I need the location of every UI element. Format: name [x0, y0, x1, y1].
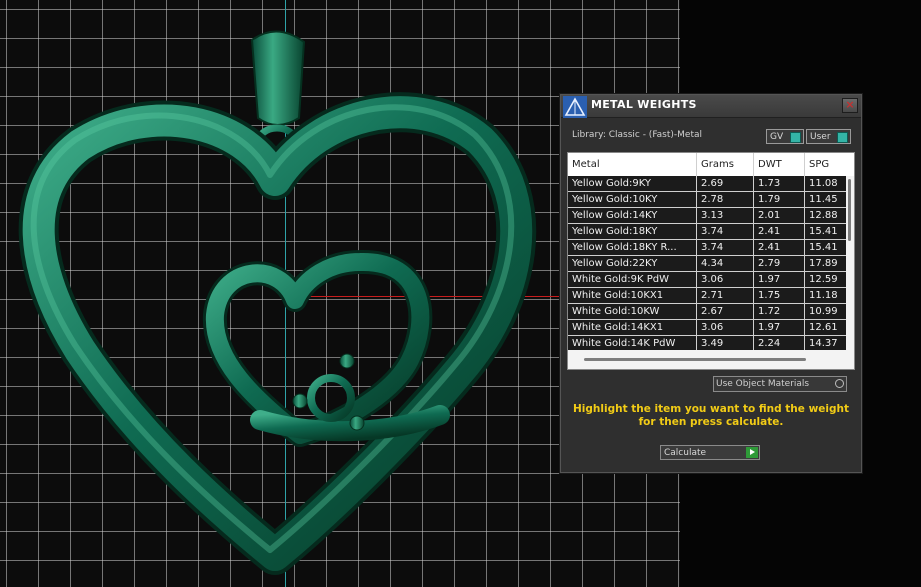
table-cell: 10.99: [809, 306, 838, 317]
table-cell: Yellow Gold:22KY: [568, 256, 697, 271]
table-cell: Yellow Gold:18KY: [568, 224, 697, 239]
table-row[interactable]: White Gold:9K PdW 3.06 1.97 12.59: [568, 272, 846, 288]
table-row[interactable]: Yellow Gold:14KY 3.13 2.01 12.88: [568, 208, 846, 224]
table-cell: 3.13: [697, 208, 754, 223]
table-row[interactable]: White Gold:14KX1 3.06 1.97 12.61: [568, 320, 846, 336]
toggle-knob-icon: [837, 132, 848, 143]
dialog-titlebar[interactable]: METAL WEIGHTS ×: [561, 95, 861, 118]
table-cell: 2.79: [754, 256, 805, 271]
pyramid-logo-icon: [563, 96, 587, 118]
table-cell: White Gold:14K PdW: [568, 336, 697, 350]
table-row[interactable]: Yellow Gold:10KY 2.78 1.79 11.45: [568, 192, 846, 208]
table-cell: 2.71: [697, 288, 754, 303]
table-cell: 11.18: [809, 290, 838, 301]
table-cell: White Gold:14KX1: [568, 320, 697, 335]
metal-weights-table[interactable]: Metal Grams DWT SPG Yellow Gold:9KY 2.69 1…: [567, 152, 855, 370]
gem-setting: [292, 353, 365, 431]
table-cell: 1.72: [754, 304, 805, 319]
table-cell: 2.69: [697, 176, 754, 191]
use-object-materials-label: Use Object Materials: [716, 379, 810, 389]
toggle-knob-icon: [790, 132, 801, 143]
table-cell: 3.06: [697, 272, 754, 287]
calculate-label: Calculate: [664, 448, 707, 458]
table-row[interactable]: Yellow Gold:22KY 4.34 2.79 17.89: [568, 256, 846, 272]
table-row[interactable]: White Gold:10KW 2.67 1.72 10.99: [568, 304, 846, 320]
table-cell: Yellow Gold:14KY: [568, 208, 697, 223]
table-cell: 3.74: [697, 240, 754, 255]
horizontal-scrollbar-thumb[interactable]: [584, 358, 806, 361]
close-button[interactable]: ×: [842, 98, 858, 113]
table-cell: 3.06: [697, 320, 754, 335]
play-arrow-icon: [746, 447, 758, 458]
table-cell: Yellow Gold:9KY: [568, 176, 697, 191]
column-header-dwt[interactable]: DWT: [754, 153, 805, 176]
close-icon: ×: [845, 98, 855, 111]
horizontal-scrollbar[interactable]: [568, 351, 854, 369]
column-header-spg[interactable]: SPG: [805, 153, 854, 176]
table-cell: 2.41: [754, 240, 805, 255]
table-cell: 2.78: [697, 192, 754, 207]
gv-toggle[interactable]: GV: [766, 129, 804, 144]
user-toggle-label: User: [810, 132, 831, 142]
table-cell: 15.41: [809, 226, 838, 237]
table-cell: 4.34: [697, 256, 754, 271]
table-cell: 15.41: [809, 242, 838, 253]
table-cell: White Gold:10KX1: [568, 288, 697, 303]
use-object-materials-option[interactable]: Use Object Materials: [713, 376, 847, 392]
instruction-text: Highlight the item you want to find the …: [573, 403, 849, 428]
radio-icon[interactable]: [835, 379, 844, 388]
table-cell: 2.41: [754, 224, 805, 239]
user-toggle[interactable]: User: [806, 129, 851, 144]
table-row[interactable]: Yellow Gold:9KY 2.69 1.73 11.08: [568, 176, 846, 192]
calculate-button[interactable]: Calculate: [660, 445, 760, 460]
table-cell: Yellow Gold:10KY: [568, 192, 697, 207]
table-cell: 11.08: [809, 178, 838, 189]
table-cell: 1.97: [754, 272, 805, 287]
column-header-metal[interactable]: Metal: [568, 153, 697, 176]
table-cell: 12.88: [809, 210, 838, 221]
dialog-title: METAL WEIGHTS: [591, 98, 697, 111]
table-cell: White Gold:10KW: [568, 304, 697, 319]
table-cell: 2.67: [697, 304, 754, 319]
table-cell: 2.01: [754, 208, 805, 223]
vertical-scrollbar-thumb[interactable]: [848, 179, 851, 241]
table-body: Yellow Gold:9KY 2.69 1.73 11.08 Yellow Gold:…: [568, 176, 846, 350]
column-header-grams[interactable]: Grams: [697, 153, 754, 176]
table-cell: 3.74: [697, 224, 754, 239]
table-cell: 1.73: [754, 176, 805, 191]
table-row[interactable]: Yellow Gold:18KY 3.74 2.41 15.41: [568, 224, 846, 240]
gv-toggle-label: GV: [770, 132, 784, 142]
table-cell: 1.97: [754, 320, 805, 335]
table-row[interactable]: White Gold:14K PdW 3.49 2.24 14.37: [568, 336, 846, 350]
table-cell: 1.79: [754, 192, 805, 207]
table-cell: 1.75: [754, 288, 805, 303]
table-cell: 11.45: [809, 194, 838, 205]
metal-weights-dialog[interactable]: METAL WEIGHTS × Library: Classic - (Fast…: [560, 94, 862, 473]
table-row[interactable]: White Gold:10KX1 2.71 1.75 11.18: [568, 288, 846, 304]
table-cell: 12.59: [809, 274, 838, 285]
table-header: Metal Grams DWT SPG: [568, 153, 854, 176]
library-label: Library: Classic - (Fast)-Metal: [572, 130, 703, 140]
table-cell: White Gold:9K PdW: [568, 272, 697, 287]
table-cell: 14.37: [809, 338, 838, 349]
table-cell: 2.24: [754, 336, 805, 350]
table-cell: 3.49: [697, 336, 754, 350]
table-cell: Yellow Gold:18KY R...: [568, 240, 697, 255]
table-cell: 12.61: [809, 322, 838, 333]
table-row[interactable]: Yellow Gold:18KY R... 3.74 2.41 15.41: [568, 240, 846, 256]
vertical-scrollbar[interactable]: [846, 176, 854, 354]
table-cell: 17.89: [809, 258, 838, 269]
